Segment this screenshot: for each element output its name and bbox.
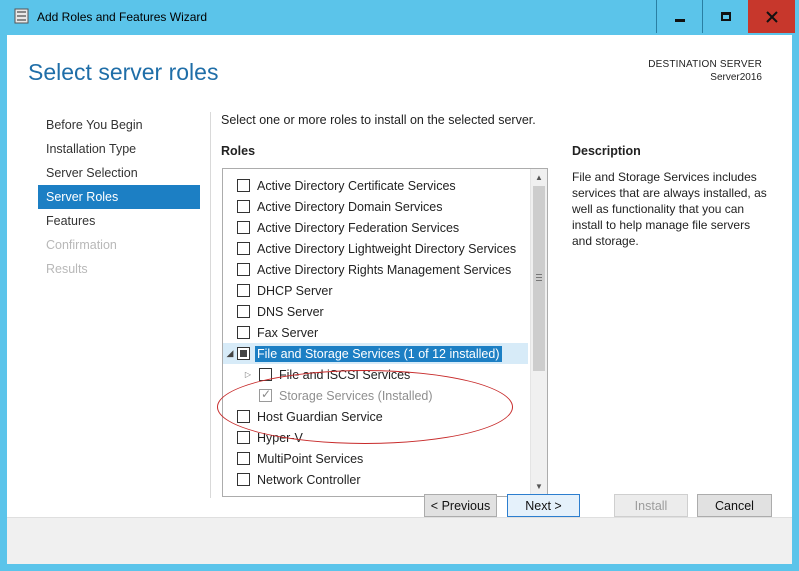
role-checkbox[interactable] <box>237 242 250 255</box>
role-label: Network Controller <box>257 472 361 487</box>
scrollbar-thumb[interactable] <box>533 186 545 371</box>
nav-item-results: Results <box>46 262 88 276</box>
install-button: Install <box>614 494 688 517</box>
role-label: Hyper-V <box>257 430 303 445</box>
role-row[interactable]: MultiPoint Services <box>223 448 528 469</box>
role-label: Active Directory Federation Services <box>257 220 460 235</box>
role-checkbox[interactable] <box>237 431 250 444</box>
role-label: DNS Server <box>257 304 324 319</box>
role-row[interactable]: Fax Server <box>223 322 528 343</box>
role-row[interactable]: Active Directory Federation Services <box>223 217 528 238</box>
roles-heading: Roles <box>221 144 256 158</box>
wizard-nav: Before You Begin Installation Type Serve… <box>38 113 200 281</box>
window-title: Add Roles and Features Wizard <box>37 10 208 24</box>
role-row-child: Storage Services (Installed) <box>223 385 510 406</box>
role-row[interactable]: DHCP Server <box>223 280 528 301</box>
expand-triangle-icon[interactable]: ▷ <box>241 370 255 379</box>
role-row[interactable]: Active Directory Rights Management Servi… <box>223 259 528 280</box>
nav-item-before-you-begin[interactable]: Before You Begin <box>38 113 200 137</box>
role-label: File and iSCSI Services <box>279 367 411 382</box>
nav-item-features[interactable]: Features <box>38 209 200 233</box>
role-checkbox-partial[interactable] <box>237 347 250 360</box>
instruction-text: Select one or more roles to install on t… <box>221 113 536 127</box>
role-label: Fax Server <box>257 325 319 340</box>
role-label: DHCP Server <box>257 283 333 298</box>
role-row-file-and-storage[interactable]: ◢ File and Storage Services (1 of 12 ins… <box>223 343 528 364</box>
previous-button[interactable]: < Previous <box>424 494 497 517</box>
role-row[interactable]: Active Directory Lightweight Directory S… <box>223 238 528 259</box>
role-label: MultiPoint Services <box>257 451 364 466</box>
role-checkbox[interactable] <box>237 452 250 465</box>
role-checkbox[interactable] <box>237 326 250 339</box>
role-checkbox[interactable] <box>237 221 250 234</box>
role-row[interactable]: Host Guardian Service <box>223 406 528 427</box>
role-checkbox[interactable] <box>237 473 250 486</box>
role-checkbox[interactable] <box>237 263 250 276</box>
next-button[interactable]: Next > <box>507 494 580 517</box>
grip-icon <box>536 274 542 281</box>
role-checkbox[interactable] <box>237 305 250 318</box>
role-row[interactable]: Hyper-V <box>223 427 528 448</box>
scroll-down-arrow-icon[interactable]: ▼ <box>531 479 547 495</box>
scroll-up-arrow-icon[interactable]: ▲ <box>531 170 547 186</box>
role-label: File and Storage Services (1 of 12 insta… <box>255 345 502 362</box>
roles-tree[interactable]: Active Directory Certificate Services Ac… <box>222 168 548 497</box>
role-row-child[interactable]: ▷ File and iSCSI Services <box>223 364 510 385</box>
wizard-client-area: Select server roles DESTINATION SERVER S… <box>7 35 792 564</box>
role-row[interactable]: Active Directory Certificate Services <box>223 175 528 196</box>
description-text: File and Storage Services includes servi… <box>572 170 767 248</box>
role-row[interactable]: Active Directory Domain Services <box>223 196 528 217</box>
role-checkbox[interactable] <box>237 284 250 297</box>
role-label: Storage Services (Installed) <box>279 388 433 403</box>
role-label: Active Directory Rights Management Servi… <box>257 262 512 277</box>
role-label: Active Directory Domain Services <box>257 199 443 214</box>
title-bar[interactable]: Add Roles and Features Wizard <box>0 0 799 35</box>
nav-item-installation-type[interactable]: Installation Type <box>38 137 200 161</box>
destination-server-label: DESTINATION SERVER <box>648 59 762 70</box>
close-button[interactable] <box>748 0 795 33</box>
role-checkbox[interactable] <box>237 200 250 213</box>
maximize-icon <box>720 12 731 21</box>
server-manager-icon <box>14 8 29 24</box>
role-checkbox[interactable] <box>237 410 250 423</box>
nav-divider <box>210 112 211 498</box>
nav-item-confirmation: Confirmation <box>46 238 117 252</box>
description-heading: Description <box>572 144 641 158</box>
collapse-triangle-icon[interactable]: ◢ <box>223 348 237 359</box>
role-checkbox-checked <box>259 387 272 402</box>
role-label: Active Directory Certificate Services <box>257 178 456 193</box>
wizard-footer <box>7 517 792 564</box>
minimize-button[interactable] <box>656 0 702 33</box>
role-checkbox[interactable] <box>237 179 250 192</box>
role-row[interactable]: DNS Server <box>223 301 528 322</box>
close-icon <box>765 10 778 23</box>
maximize-button[interactable] <box>702 0 748 33</box>
role-checkbox[interactable] <box>259 368 272 381</box>
wizard-window: Add Roles and Features Wizard Select ser… <box>0 0 799 571</box>
role-label: Host Guardian Service <box>257 409 383 424</box>
nav-item-server-selection[interactable]: Server Selection <box>38 161 200 185</box>
roles-scrollbar[interactable]: ▲ ▼ <box>530 169 547 496</box>
nav-item-server-roles[interactable]: Server Roles <box>38 185 200 209</box>
role-label: Active Directory Lightweight Directory S… <box>257 241 517 256</box>
role-row[interactable]: Network Controller <box>223 469 528 490</box>
destination-server-name: Server2016 <box>710 72 762 83</box>
minimize-icon <box>674 19 685 22</box>
cancel-button[interactable]: Cancel <box>697 494 772 517</box>
page-title: Select server roles <box>28 59 219 85</box>
